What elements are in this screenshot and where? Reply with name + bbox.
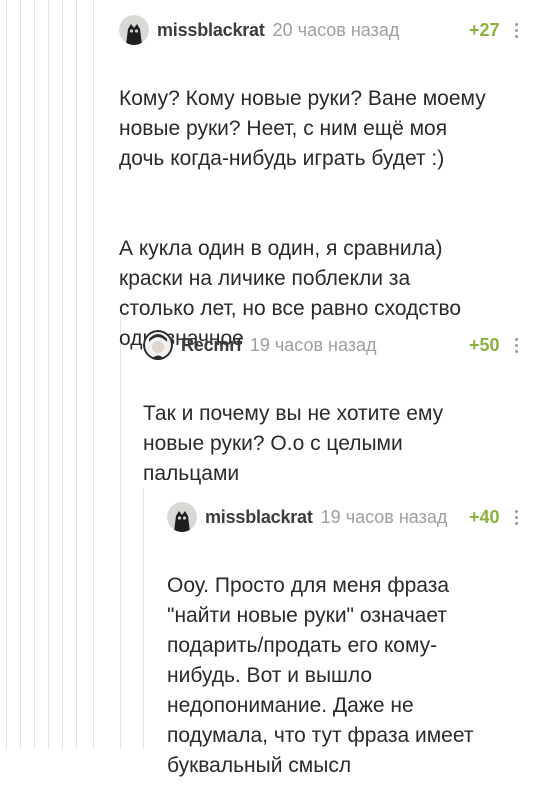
username[interactable]: Recmrf (181, 335, 242, 356)
thread-line-5[interactable] (62, 0, 63, 749)
username[interactable]: missblackrat (205, 507, 313, 528)
comment-rating: +50 (469, 334, 500, 355)
more-options-icon[interactable] (510, 501, 522, 533)
comment-text: Ооу. Просто для меня фраза "найти новые … (167, 541, 527, 811)
cat-avatar-icon[interactable] (119, 15, 149, 45)
user-avatar-icon[interactable] (143, 330, 173, 360)
thread-line-3[interactable] (34, 0, 35, 749)
thread-line-2[interactable] (20, 0, 21, 749)
comment-paragraph: Ооу. Просто для меня фраза "найти новые … (167, 574, 474, 777)
comment: missblackrat 20 часов назад +27 Кому? Ко… (119, 14, 529, 350)
comment-header: missblackrat 20 часов назад (119, 14, 399, 46)
comment-paragraph: Так и почему вы не хотите ему новые руки… (143, 402, 444, 485)
comment-timestamp[interactable]: 20 часов назад (273, 20, 400, 41)
comment: Recmrf 19 часов назад +50 Так и почему в… (143, 329, 529, 485)
cat-avatar-icon[interactable] (167, 502, 197, 532)
thread-line-1[interactable] (6, 0, 7, 749)
comment-timestamp[interactable]: 19 часов назад (250, 335, 377, 356)
comment-timestamp[interactable]: 19 часов назад (321, 507, 448, 528)
more-options-icon[interactable] (510, 329, 522, 361)
comment-paragraph: Кому? Кому новые руки? Ване моему новые … (119, 87, 486, 170)
thread-line-9[interactable] (143, 488, 144, 749)
thread-line-7[interactable] (93, 0, 94, 749)
comment-header: missblackrat 19 часов назад (167, 501, 447, 533)
comment-rating: +40 (469, 506, 500, 527)
username[interactable]: missblackrat (157, 20, 265, 41)
comment-rating: +27 (469, 19, 500, 40)
comment-text: Так и почему вы не хотите ему новые руки… (143, 369, 523, 519)
thread-line-6[interactable] (76, 0, 77, 749)
thread-line-4[interactable] (48, 0, 49, 749)
more-options-icon[interactable] (510, 14, 522, 46)
comment-header: Recmrf 19 часов назад (143, 329, 377, 361)
comment: missblackrat 19 часов назад +40 Ооу. Про… (167, 501, 529, 777)
